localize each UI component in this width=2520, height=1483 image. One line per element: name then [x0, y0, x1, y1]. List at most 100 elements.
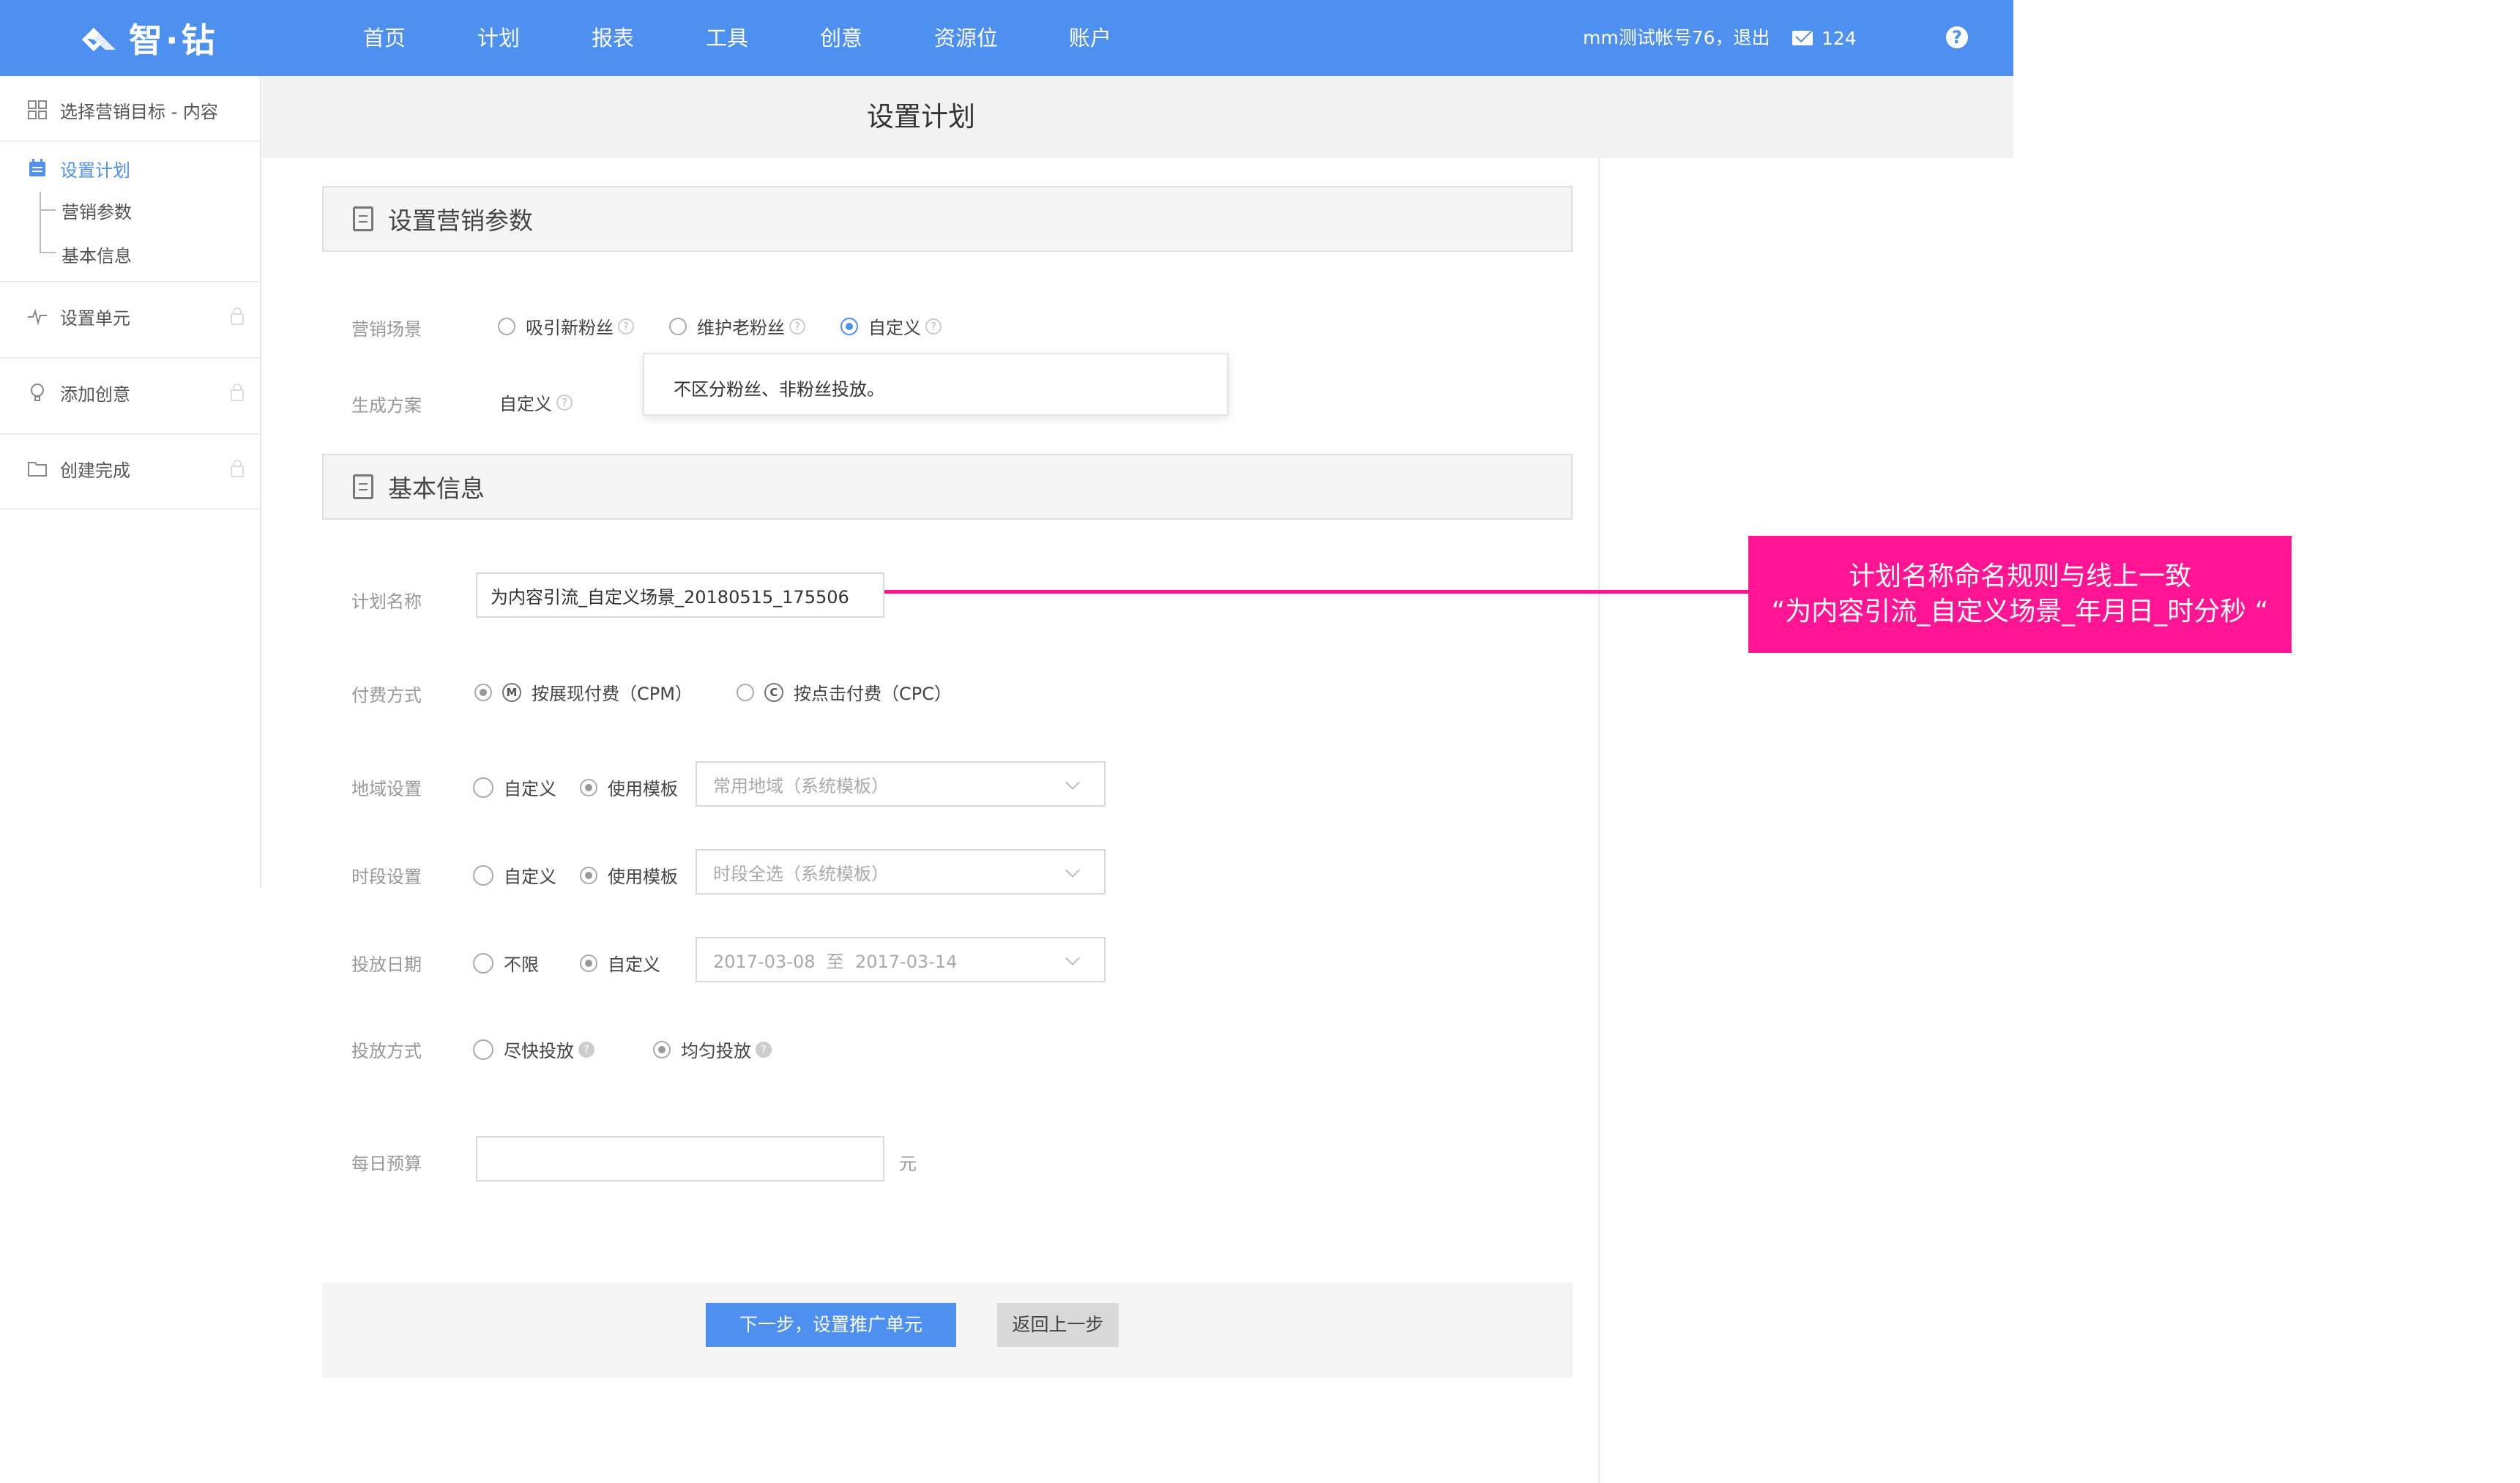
chevron-down-icon	[1065, 775, 1080, 790]
sidebar-divider	[0, 141, 260, 142]
date-range-picker[interactable]: 2017-03-08 至 2017-03-14	[696, 937, 1106, 982]
radio-button-selected[interactable]	[840, 317, 858, 335]
question-icon[interactable]: ?	[756, 1041, 772, 1058]
option-label: 自定义	[504, 867, 556, 887]
time-label: 时段设置	[351, 867, 422, 887]
pay-label: 付费方式	[351, 685, 422, 706]
region-select[interactable]: 常用地域（系统模板）	[696, 761, 1106, 807]
radio-button[interactable]	[498, 317, 515, 335]
sidebar-divider	[0, 508, 260, 509]
date-option-unlimited[interactable]: 不限	[473, 950, 539, 976]
select-value: 时段全选（系统模板）	[713, 863, 889, 884]
region-option-template[interactable]: 使用模板	[580, 774, 678, 800]
option-label: 按点击付费（CPC）	[794, 684, 952, 704]
daily-budget-input[interactable]	[476, 1136, 884, 1181]
folder-icon	[25, 456, 50, 481]
next-step-button[interactable]: 下一步，设置推广单元	[706, 1303, 956, 1347]
radio-button-selected[interactable]	[580, 778, 597, 796]
section-marketing-params: 设置营销参数	[322, 186, 1573, 252]
time-option-custom[interactable]: 自定义	[473, 862, 556, 888]
tree-tick	[40, 209, 56, 211]
nav-plan[interactable]: 计划	[477, 0, 520, 76]
scene-option-old-fans[interactable]: 维护老粉丝 ?	[669, 313, 805, 339]
chevron-down-icon	[1065, 951, 1080, 965]
sidebar-step-target[interactable]: 选择营销目标 - 内容	[0, 95, 260, 124]
question-icon[interactable]: ?	[578, 1041, 594, 1058]
section-basic-info: 基本信息	[322, 454, 1573, 520]
region-option-custom[interactable]: 自定义	[473, 774, 556, 800]
option-label: 使用模板	[608, 867, 678, 887]
radio-button[interactable]	[737, 683, 754, 701]
sidebar-step-plan[interactable]: 设置计划	[0, 154, 260, 183]
sidebar-step-complete[interactable]: 创建完成	[0, 454, 260, 483]
pulse-icon	[25, 304, 50, 329]
radio-button-selected[interactable]	[580, 954, 597, 972]
plan-name-input[interactable]	[476, 572, 884, 618]
sidebar-step-creative-label: 添加创意	[60, 384, 130, 405]
delivery-option-even[interactable]: 均匀投放 ?	[653, 1036, 772, 1062]
grid-icon	[25, 97, 50, 122]
delivery-option-fast[interactable]: 尽快投放 ?	[473, 1036, 594, 1062]
radio-button[interactable]	[473, 1039, 493, 1060]
back-button[interactable]: 返回上一步	[997, 1303, 1119, 1347]
sidebar-divider	[0, 281, 260, 283]
annotation-callout: 计划名称命名规则与线上一致 “为内容引流_自定义场景_年月日_时分秒 “	[1748, 536, 2292, 653]
sidebar-step-unit[interactable]: 设置单元	[0, 302, 260, 331]
date-range-value: 2017-03-08 至 2017-03-14	[713, 951, 958, 972]
pay-option-cpm[interactable]: M 按展现付费（CPM）	[474, 679, 693, 705]
nav-report[interactable]: 报表	[592, 0, 634, 76]
lightbulb-icon	[25, 380, 50, 405]
sidebar-step-creative[interactable]: 添加创意	[0, 378, 260, 407]
section-title: 基本信息	[388, 474, 485, 503]
annotation-line-2: “为内容引流_自定义场景_年月日_时分秒 “	[1771, 597, 2269, 627]
radio-button-selected[interactable]	[653, 1040, 671, 1058]
sidebar-step-unit-label: 设置单元	[60, 307, 130, 329]
lock-icon	[231, 384, 244, 401]
question-icon[interactable]: ?	[925, 318, 942, 335]
document-icon	[353, 206, 373, 231]
time-select[interactable]: 时段全选（系统模板）	[696, 849, 1106, 894]
nav-resource[interactable]: 资源位	[934, 0, 998, 76]
radio-button-selected[interactable]	[580, 866, 597, 884]
scene-option-new-fans[interactable]: 吸引新粉丝 ?	[498, 313, 634, 339]
help-icon[interactable]: ?	[1946, 26, 1968, 48]
tooltip: 不区分粉丝、非粉丝投放。	[643, 353, 1229, 416]
radio-button-selected[interactable]	[474, 683, 492, 701]
sidebar-step-complete-label: 创建完成	[60, 460, 130, 481]
question-icon[interactable]: ?	[789, 318, 805, 335]
time-option-template[interactable]: 使用模板	[580, 862, 678, 888]
section-title: 设置营销参数	[388, 206, 533, 235]
delivery-label: 投放方式	[351, 1041, 422, 1061]
nav-tools[interactable]: 工具	[706, 0, 748, 76]
nav-account[interactable]: 账户	[1069, 0, 1111, 76]
question-icon[interactable]: ?	[556, 394, 573, 411]
nav-home[interactable]: 首页	[363, 0, 406, 76]
date-option-custom[interactable]: 自定义	[580, 950, 660, 976]
messages-button[interactable]: 124	[1792, 0, 1857, 76]
radio-button[interactable]	[669, 317, 687, 335]
option-label: 吸引新粉丝	[526, 318, 614, 338]
sidebar-sub-marketing-params[interactable]: 营销参数	[61, 198, 132, 223]
lock-icon	[231, 460, 244, 477]
logo[interactable]: 智·钻	[81, 16, 217, 60]
budget-label: 每日预算	[351, 1154, 422, 1174]
radio-button[interactable]	[473, 777, 493, 798]
calendar-icon	[25, 156, 50, 181]
sidebar-sub-basic-info[interactable]: 基本信息	[61, 242, 132, 267]
radio-button[interactable]	[473, 864, 493, 886]
plan-name-label: 计划名称	[351, 591, 422, 612]
select-value: 常用地域（系统模板）	[713, 775, 889, 796]
document-icon	[353, 474, 373, 499]
option-label: 按展现付费（CPM）	[532, 684, 693, 704]
question-icon[interactable]: ?	[618, 318, 634, 335]
radio-button[interactable]	[473, 952, 493, 974]
tooltip-text: 不区分粉丝、非粉丝投放。	[674, 379, 884, 400]
option-label: 维护老粉丝	[697, 318, 785, 338]
pay-option-cpc[interactable]: C 按点击付费（CPC）	[737, 679, 952, 705]
nav-creative[interactable]: 创意	[820, 0, 862, 76]
sidebar-step-plan-label: 设置计划	[60, 160, 130, 181]
account-logout-link[interactable]: mm测试帐号76，退出	[1583, 0, 1770, 76]
tree-line	[40, 192, 41, 252]
option-label: 使用模板	[608, 779, 678, 799]
scene-option-custom[interactable]: 自定义 ?	[840, 313, 942, 339]
